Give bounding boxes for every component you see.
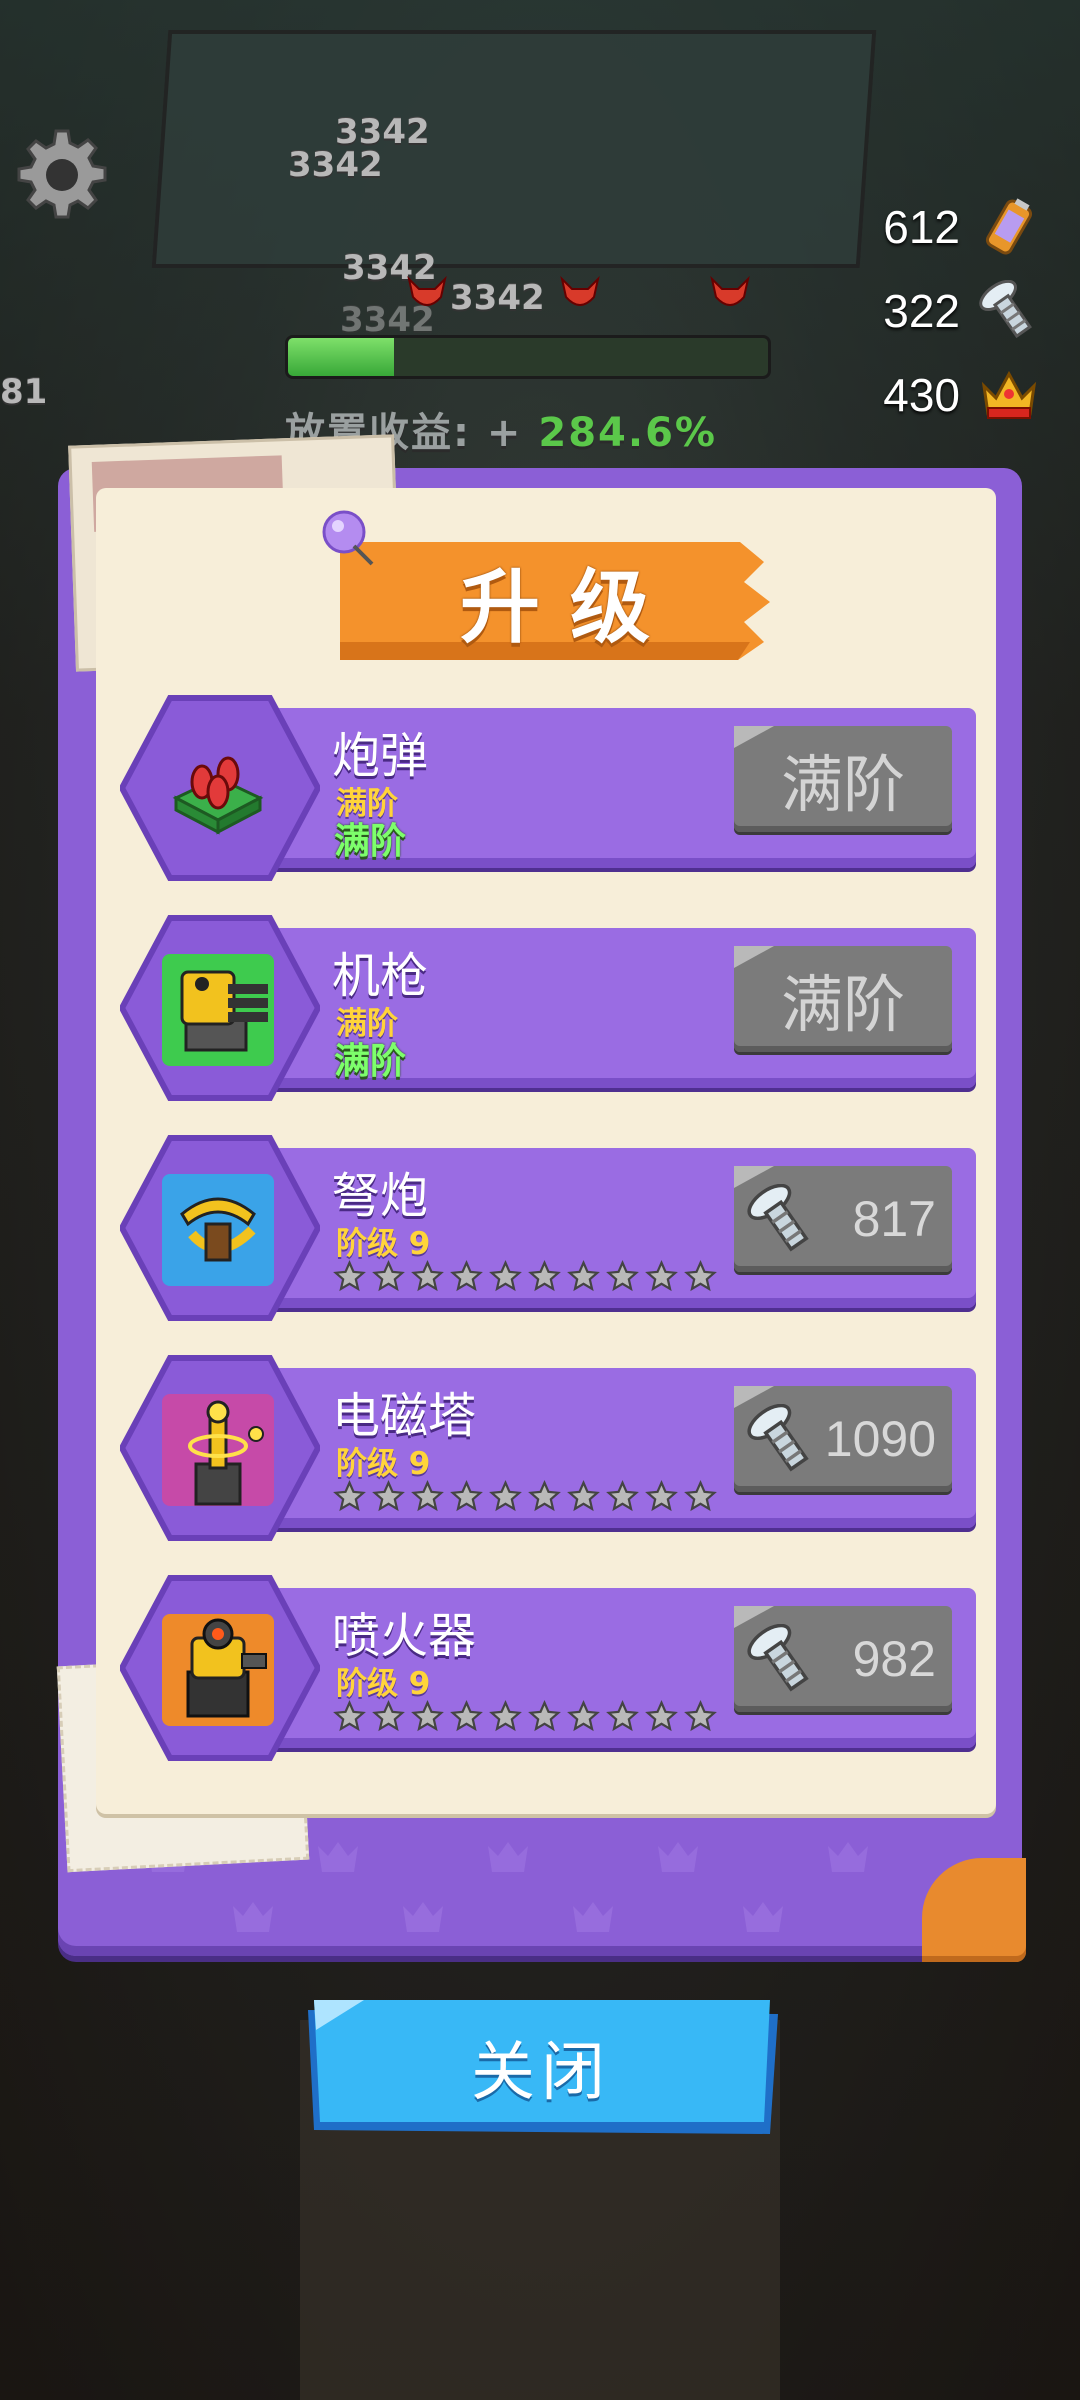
star-icon [645, 1700, 678, 1732]
close-button-label: 关闭 [471, 2036, 611, 2110]
enemy-hp-fill [288, 338, 394, 376]
upgrade-cost: 982 [852, 1631, 936, 1687]
star-icon [645, 1480, 678, 1512]
close-button[interactable]: 关闭 [304, 2000, 778, 2134]
turret-name: 喷火器 [332, 1608, 477, 1664]
turret-name: 机枪 [332, 948, 429, 1004]
star-icon [528, 1480, 561, 1512]
turret-name: 炮弹 [332, 728, 429, 784]
star-icon [411, 1700, 444, 1732]
star-icon [489, 1700, 522, 1732]
star-icon [411, 1480, 444, 1512]
upgrade-row-ballista: 弩炮 阶级 9 817 [120, 1130, 980, 1321]
star-icon [567, 1700, 600, 1732]
upgrade-button[interactable]: 1090 [734, 1386, 952, 1492]
resource-batteries: 612 [883, 196, 1040, 258]
star-icon [645, 1260, 678, 1292]
damage-number: 3342 [288, 145, 383, 185]
flamethrower-turret-icon [162, 1614, 274, 1726]
upgrade-cost: 817 [852, 1191, 936, 1247]
turret-maxed-label: 满阶 [334, 1041, 407, 1082]
star-icon [372, 1480, 405, 1512]
star-icon [489, 1480, 522, 1512]
screw-icon [747, 1184, 809, 1252]
upgrade-button[interactable]: 817 [734, 1166, 952, 1272]
star-rating [332, 1260, 718, 1293]
battery-icon [985, 198, 1033, 255]
star-icon [333, 1480, 366, 1512]
star-rating [332, 1480, 718, 1513]
idle-income-percent: 284.6% [538, 410, 717, 456]
star-icon [528, 1260, 561, 1292]
damage-number: 81 [0, 372, 48, 412]
upgrade-button[interactable]: 982 [734, 1606, 952, 1712]
star-icon [684, 1260, 717, 1292]
resource-screws: 322 [883, 280, 1040, 342]
machine-gun-turret-icon [162, 954, 274, 1066]
upgrade-row-cannon: 炮弹 满阶 满阶 满阶 [120, 690, 980, 881]
upgrade-row-machine-gun: 机枪 满阶 满阶 满阶 [120, 910, 980, 1101]
turret-name: 弩炮 [332, 1168, 429, 1224]
star-icon [489, 1260, 522, 1292]
star-icon [606, 1700, 639, 1732]
enemy-hp-bar [285, 335, 771, 379]
turret-level: 阶级 9 [336, 1226, 431, 1262]
screw-icon [747, 1404, 809, 1472]
turret-name: 电磁塔 [332, 1388, 477, 1444]
turret-maxed-label: 满阶 [334, 821, 407, 862]
crown-count: 430 [883, 369, 960, 421]
star-icon [606, 1480, 639, 1512]
star-icon [606, 1260, 639, 1292]
cannonball-turret-icon [172, 756, 264, 835]
screw-icon [979, 280, 1032, 339]
screw-icon [747, 1624, 809, 1692]
star-icon [684, 1480, 717, 1512]
maxed-button[interactable]: 满阶 [734, 726, 952, 832]
star-rating [332, 1700, 718, 1733]
enemy-marker-icon [407, 275, 447, 306]
resource-crowns: 430 [883, 364, 1040, 426]
battery-count: 612 [883, 201, 960, 253]
turret-level: 阶级 9 [336, 1446, 431, 1482]
dialog-title: 升级 [460, 561, 680, 654]
star-icon [684, 1700, 717, 1732]
upgrade-row-flamethrower: 喷火器 阶级 9 982 [120, 1570, 980, 1761]
maxed-button-label: 满阶 [780, 968, 905, 1041]
star-icon [372, 1700, 405, 1732]
ballista-turret-icon [162, 1174, 274, 1286]
background-wall [151, 30, 877, 268]
upgrade-cost: 1090 [824, 1411, 936, 1467]
turret-level: 阶级 9 [336, 1666, 431, 1702]
enemy-marker-icon [710, 275, 750, 306]
pin-icon [322, 510, 374, 566]
star-icon [333, 1700, 366, 1732]
maxed-button[interactable]: 满阶 [734, 946, 952, 1052]
damage-number: 3342 [450, 278, 545, 318]
star-icon [528, 1700, 561, 1732]
star-icon [450, 1480, 483, 1512]
star-icon [567, 1480, 600, 1512]
crown-icon [981, 370, 1037, 419]
star-icon [450, 1700, 483, 1732]
star-icon [333, 1260, 366, 1292]
enemy-marker-icon [560, 275, 600, 306]
star-icon [450, 1260, 483, 1292]
star-icon [567, 1260, 600, 1292]
upgrade-row-tesla-tower: 电磁塔 阶级 9 1090 [120, 1350, 980, 1541]
star-icon [372, 1260, 405, 1292]
maxed-button-label: 满阶 [780, 748, 905, 821]
tesla-tower-icon [162, 1394, 274, 1506]
screw-count: 322 [883, 285, 960, 337]
gear-icon[interactable] [12, 125, 112, 225]
star-icon [411, 1260, 444, 1292]
